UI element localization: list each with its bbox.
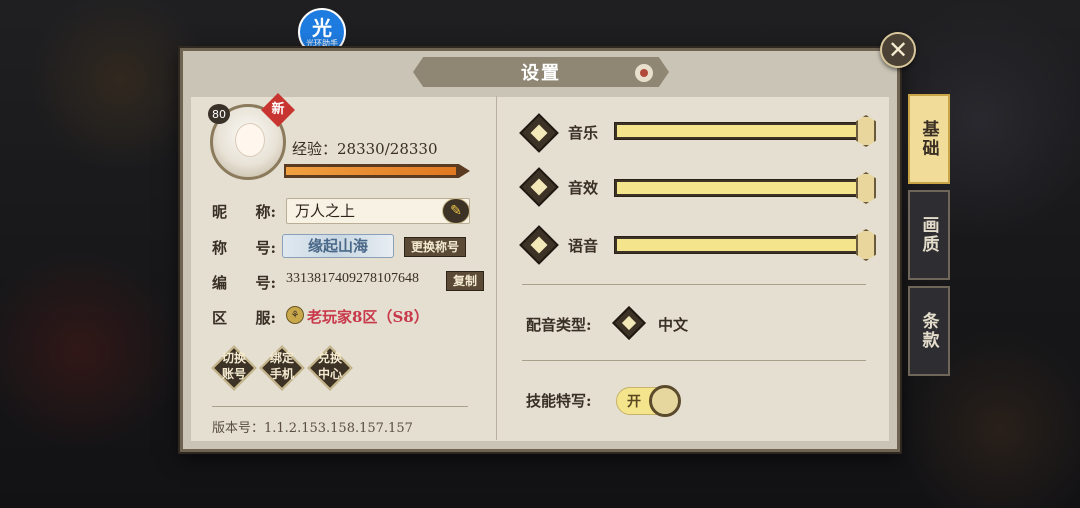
music-icon (519, 113, 559, 153)
voice-icon (519, 225, 559, 265)
right-divider-1 (522, 284, 866, 285)
close-button[interactable]: ✕ (880, 32, 916, 68)
right-divider-2 (522, 360, 866, 361)
voice-slider-fill (617, 239, 859, 251)
voice-type-value[interactable]: 中文 (658, 314, 688, 335)
experience-bar-fill (286, 167, 456, 175)
bind-phone-label: 绑定 手机 (269, 351, 294, 381)
voice-slider-handle[interactable] (856, 229, 876, 261)
edit-nickname-button[interactable]: ✎ (442, 198, 470, 224)
switch-account-button[interactable]: 切换 账号 (211, 345, 257, 391)
tab-terms[interactable]: 条款 (908, 286, 950, 376)
sound-effects-label: 音效 (568, 179, 599, 197)
change-title-button[interactable]: 更换称号 (404, 237, 467, 257)
skill-closeup-toggle[interactable]: 开 (616, 385, 681, 417)
server-name: 老玩家8区（S8） (307, 308, 429, 326)
title-ornament-right-icon (633, 62, 655, 84)
sound-effects-slider-fill (617, 182, 859, 194)
voice-label: 语音 (568, 237, 599, 255)
music-slider[interactable] (614, 122, 862, 140)
dialog-title: 设置 (521, 63, 561, 84)
sound-effects-slider[interactable] (614, 179, 862, 197)
music-label: 音乐 (568, 124, 599, 142)
title-plate: 缘起山海 (282, 234, 394, 258)
server-label: 区服: (212, 309, 276, 327)
voice-type-selector[interactable] (612, 306, 646, 340)
server-icon: ⚘ (286, 306, 304, 324)
sound-effects-slider-handle[interactable] (856, 172, 876, 204)
toggle-state-text: 开 (627, 394, 641, 410)
copy-id-button[interactable]: 复制 (446, 271, 485, 291)
avatar-portrait (235, 123, 265, 157)
player-id: 3313817409278107648 (286, 271, 419, 286)
title-label: 称号: (212, 239, 276, 257)
skill-closeup-label: 技能特写: (526, 392, 592, 410)
nickname-label: 昵称: (212, 203, 276, 221)
bind-phone-button[interactable]: 绑定 手机 (259, 345, 305, 391)
experience-bar (284, 164, 470, 178)
level-badge: 80 (208, 104, 230, 124)
left-divider (212, 406, 468, 407)
tab-basic[interactable]: 基础 (908, 94, 950, 184)
new-badge: 新 (271, 102, 285, 117)
version-number: 版本号：1.1.2.153.158.157.157 (212, 421, 413, 436)
redeem-center-label: 兑换 中心 (317, 351, 342, 381)
toggle-knob (649, 385, 681, 417)
music-slider-fill (617, 125, 859, 137)
tab-graphics[interactable]: 画质 (908, 190, 950, 280)
dialog-title-bar: 设置 (413, 57, 669, 87)
helper-logo-glyph: 光 (312, 15, 332, 40)
helper-logo-text: 光环助手 (306, 38, 338, 48)
music-slider-handle[interactable] (856, 115, 876, 147)
experience-text: 经验：28330/28330 (292, 140, 438, 158)
id-label: 编号: (212, 274, 276, 292)
pane-divider (496, 96, 497, 440)
voice-slider[interactable] (614, 236, 862, 254)
pen-icon: ✎ (450, 203, 462, 219)
redeem-center-button[interactable]: 兑换 中心 (307, 345, 353, 391)
close-icon: ✕ (887, 36, 909, 64)
voice-type-label: 配音类型: (526, 316, 592, 334)
switch-account-label: 切换 账号 (221, 351, 246, 381)
sound-effects-icon (519, 167, 559, 207)
